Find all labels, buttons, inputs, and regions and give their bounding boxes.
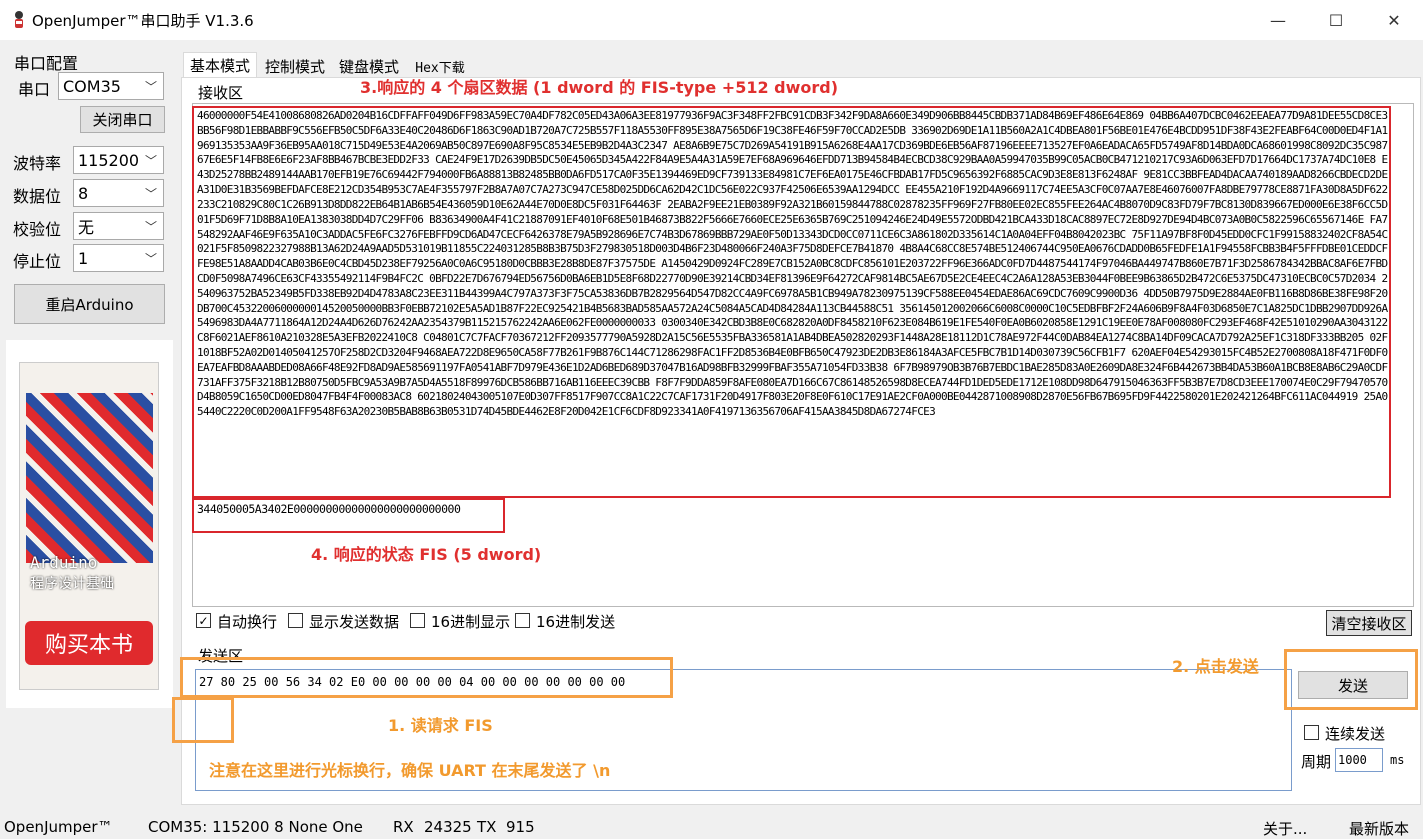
baud-select[interactable]: 115200 ﹀ bbox=[73, 146, 164, 174]
period-input[interactable]: 1000 bbox=[1335, 748, 1383, 772]
close-port-button[interactable]: 关闭串口 bbox=[80, 106, 165, 133]
book-subtitle: 程序设计基础 bbox=[30, 576, 114, 592]
annotation-sector-data-box bbox=[192, 106, 1391, 498]
annotation-read-fis: 1. 读请求 FIS bbox=[388, 716, 493, 735]
annotation-sector-data: 3.响应的 4 个扇区数据 (1 dword 的 FIS-type +512 d… bbox=[360, 78, 839, 97]
status-tx-value: 915 bbox=[506, 818, 535, 836]
show-sent-label: 显示发送数据 bbox=[309, 613, 400, 631]
tab-basic-mode[interactable]: 基本模式 bbox=[183, 52, 257, 78]
parity-select[interactable]: 无 ﹀ bbox=[73, 212, 164, 240]
chevron-down-icon: ﹀ bbox=[144, 154, 157, 168]
databits-label: 数据位 bbox=[13, 187, 62, 206]
chevron-down-icon: ﹀ bbox=[144, 220, 157, 234]
clear-receive-button[interactable]: 清空接收区 bbox=[1326, 610, 1412, 636]
maximize-button[interactable]: ☐ bbox=[1307, 0, 1365, 40]
auto-wrap-label: 自动换行 bbox=[217, 613, 278, 631]
databits-value: 8 bbox=[78, 183, 89, 203]
stopbits-value: 1 bbox=[78, 248, 89, 268]
period-label: 周期 bbox=[1301, 753, 1332, 771]
annotation-click-send: 2. 点击发送 bbox=[1172, 657, 1259, 676]
baud-value: 115200 bbox=[78, 150, 140, 170]
chevron-down-icon: ﹀ bbox=[144, 187, 157, 201]
stopbits-select[interactable]: 1 ﹀ bbox=[73, 244, 164, 272]
book-cover: Arduino 程序设计基础 购买本书 bbox=[19, 362, 159, 690]
hex-display-label: 16进制显示 bbox=[431, 613, 511, 631]
about-link[interactable]: 关于... bbox=[1263, 818, 1307, 839]
send-button[interactable]: 发送 bbox=[1298, 671, 1408, 699]
continuous-send-label: 连续发送 bbox=[1325, 725, 1386, 743]
baud-label: 波特率 bbox=[13, 154, 62, 173]
show-sent-checkbox[interactable] bbox=[288, 613, 303, 628]
port-select[interactable]: COM35 ﹀ bbox=[58, 72, 164, 100]
buy-book-button[interactable]: 购买本书 bbox=[25, 621, 153, 665]
chevron-down-icon: ﹀ bbox=[144, 80, 157, 94]
annotation-read-fis-box bbox=[180, 657, 673, 698]
app-icon bbox=[15, 11, 23, 28]
minimize-button[interactable]: — bbox=[1249, 0, 1307, 40]
tab-control-mode[interactable]: 控制模式 bbox=[262, 54, 328, 78]
restart-arduino-button[interactable]: 重启Arduino bbox=[14, 284, 165, 324]
serial-config-group-label: 串口配置 bbox=[14, 54, 79, 73]
annotation-cursor-box bbox=[172, 697, 234, 743]
hex-send-label: 16进制发送 bbox=[536, 613, 616, 631]
receive-group-label: 接收区 bbox=[196, 82, 246, 103]
annotation-status-fis: 4. 响应的状态 FIS (5 dword) bbox=[311, 545, 542, 564]
continuous-send-checkbox[interactable] bbox=[1304, 725, 1319, 740]
status-rx-label: RX bbox=[393, 818, 414, 836]
status-tx-label: TX bbox=[477, 818, 497, 836]
book-cover-pattern bbox=[26, 393, 153, 563]
parity-label: 校验位 bbox=[13, 220, 62, 239]
port-value: COM35 bbox=[63, 76, 121, 96]
port-label: 串口 bbox=[18, 80, 51, 99]
title-bar: OpenJumper™串口助手 V1.3.6 — ☐ ✕ bbox=[0, 0, 1423, 40]
book-ad[interactable]: Arduino 程序设计基础 购买本书 bbox=[6, 340, 173, 708]
period-unit: ms bbox=[1390, 753, 1405, 767]
annotation-newline-note: 注意在这里进行光标换行，确保 UART 在末尾发送了 \n bbox=[209, 761, 611, 780]
status-rx-value: 24325 bbox=[424, 818, 472, 836]
close-window-button[interactable]: ✕ bbox=[1365, 0, 1423, 40]
chevron-down-icon: ﹀ bbox=[144, 252, 157, 266]
auto-wrap-checkbox[interactable]: ✓ bbox=[196, 613, 211, 628]
status-brand: OpenJumper™ bbox=[4, 818, 113, 836]
hex-display-checkbox[interactable] bbox=[410, 613, 425, 628]
status-port-info: COM35: 115200 8 None One bbox=[148, 818, 363, 836]
annotation-status-fis-box bbox=[192, 498, 505, 533]
window-title: OpenJumper™串口助手 V1.3.6 bbox=[32, 12, 254, 30]
latest-version-link[interactable]: 最新版本 bbox=[1349, 818, 1409, 839]
hex-send-checkbox[interactable] bbox=[515, 613, 530, 628]
stopbits-label: 停止位 bbox=[13, 252, 62, 271]
book-title: Arduino bbox=[30, 553, 98, 572]
parity-value: 无 bbox=[78, 218, 95, 237]
databits-select[interactable]: 8 ﹀ bbox=[73, 179, 164, 207]
